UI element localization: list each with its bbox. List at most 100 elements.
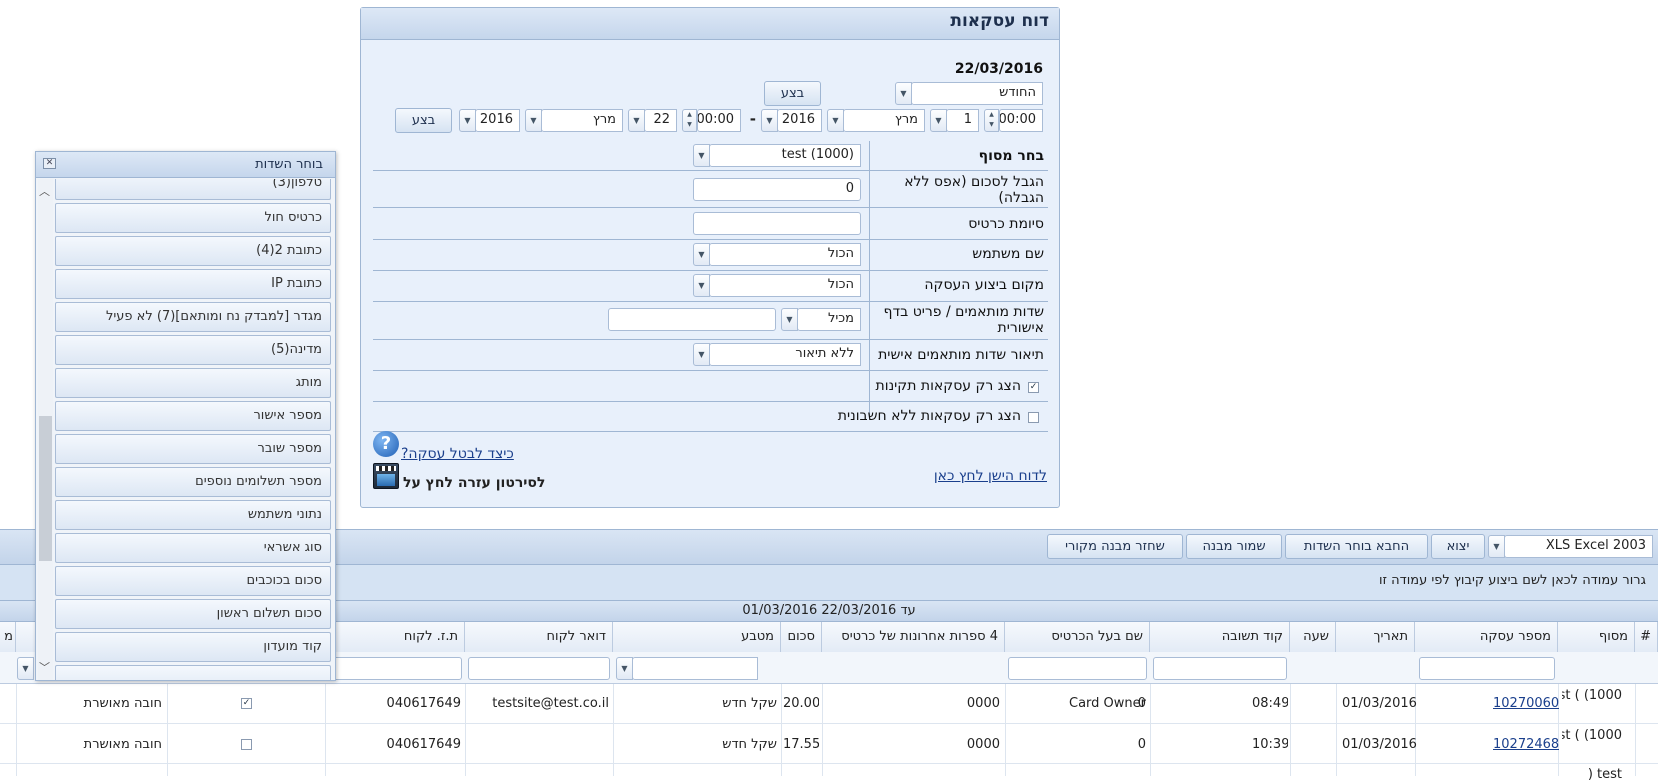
valid-only-checkbox[interactable]: ✓ [1028, 382, 1039, 393]
chevron-down-icon[interactable]: ▼ [930, 109, 947, 132]
close-icon[interactable]: ✕ [43, 158, 56, 169]
export-button[interactable]: יצוא [1431, 534, 1485, 559]
username-select[interactable]: הכול ▼ [693, 243, 861, 266]
scrollbar-thumb[interactable] [39, 416, 52, 561]
field-item[interactable]: סכום בכוכבים [55, 566, 331, 596]
field-item[interactable]: כרטיס חול [55, 203, 331, 233]
field-item[interactable]: מספר שובר [55, 434, 331, 464]
col-header-currency[interactable]: מטבע [613, 622, 781, 652]
spinner-icon[interactable]: ▲ ▼ [984, 109, 999, 132]
to-month-select[interactable]: מרץ ▼ [525, 109, 623, 132]
row1-deal-link[interactable]: 10270060 [1493, 696, 1559, 711]
col-header-code[interactable]: קוד תשובה [1150, 622, 1290, 652]
chevron-down-icon[interactable]: ▼ [693, 274, 710, 297]
card-suffix-input[interactable] [693, 212, 861, 235]
field-item[interactable]: כתובת 2(4) [55, 236, 331, 266]
row2-date: 01/03/2016 [1342, 737, 1417, 752]
col-header-date[interactable]: תאריך [1336, 622, 1415, 652]
field-item[interactable]: קוד מועדון [55, 632, 331, 662]
custom-desc-select[interactable]: ללא תיאור ▼ [693, 343, 861, 366]
cancel-help-link[interactable]: כיצד לבטל עסקה? [401, 446, 514, 462]
col-header-index[interactable]: # [1635, 622, 1658, 652]
scroll-up-icon[interactable]: ︿ [39, 183, 50, 199]
field-item[interactable]: מותג [55, 368, 331, 398]
chevron-down-icon[interactable]: ▼ [693, 243, 710, 266]
terminal-select[interactable]: test (1000) ▼ [693, 144, 861, 167]
export-format-select[interactable]: XLS Excel 2003 ▼ [1488, 535, 1653, 558]
chevron-down-icon[interactable]: ▼ [761, 109, 778, 132]
col-header-last4[interactable]: 4 ספרות אחרונות של כרטיס [822, 622, 1005, 652]
col-header-terminal[interactable]: מסוף [1558, 622, 1635, 652]
field-item[interactable]: מספר תשלומים נוספים [55, 467, 331, 497]
period-select[interactable]: החודש ▼ [895, 82, 1043, 105]
field-item[interactable]: טלפון(3) [55, 179, 331, 200]
chevron-down-icon[interactable]: ▼ [616, 657, 633, 680]
execute-period-button[interactable]: בצע [764, 81, 821, 106]
chevron-down-icon[interactable]: ▼ [1488, 535, 1505, 558]
from-month-select[interactable]: מרץ ▼ [827, 109, 925, 132]
chevron-down-icon[interactable]: ▼ [693, 343, 710, 366]
to-day-select[interactable]: 22 ▼ [628, 109, 677, 132]
filter-code-input[interactable] [1153, 657, 1287, 680]
field-item[interactable]: מדינה(5) [55, 335, 331, 365]
field-item[interactable]: כתובת IP [55, 269, 331, 299]
old-report-link[interactable]: לדוח הישן לחץ כאן [934, 468, 1047, 484]
from-day-select[interactable]: 1 ▼ [930, 109, 979, 132]
chevron-down-icon[interactable]: ▼ [525, 109, 542, 132]
row1-checkbox[interactable]: ✓ [241, 698, 252, 709]
row2-currency: שקל חדש [722, 737, 777, 752]
field-item[interactable]: מספר אישור [55, 401, 331, 431]
from-year-select[interactable]: 2016 ▼ [761, 109, 822, 132]
field-chooser-scrollbar[interactable]: ︿ ﹀ [38, 179, 53, 680]
execute-range-button[interactable]: בצע [395, 108, 452, 133]
row2-last4: 0000 [966, 737, 1000, 752]
chevron-down-icon[interactable]: ▼ [827, 109, 844, 132]
custom-fields-input[interactable] [608, 308, 776, 331]
save-layout-button[interactable]: שמור מבנה [1186, 534, 1282, 559]
hide-chooser-button[interactable]: החבא בוחר השדות [1285, 534, 1428, 559]
video-icon[interactable] [373, 463, 399, 489]
chevron-down-icon[interactable]: ▼ [459, 109, 476, 132]
chevron-down-icon[interactable]: ▼ [895, 82, 912, 105]
filter-currency-select[interactable]: ▼ [616, 657, 758, 680]
field-item[interactable]: סוג אשראי [55, 533, 331, 563]
col-header-id[interactable]: ת.ז. לקוח [325, 622, 465, 652]
field-item[interactable] [55, 665, 331, 680]
row3-terminal: test ( [1587, 767, 1622, 782]
spinner-icon[interactable]: ▲ ▼ [682, 109, 697, 132]
row2-checkbox[interactable] [241, 739, 252, 750]
row2-code: 0 [1137, 737, 1146, 752]
col-header-email[interactable]: דואר לקוח [465, 622, 613, 652]
no-invoice-checkbox[interactable] [1028, 412, 1039, 423]
col-header-deal[interactable]: מספר עסקה [1415, 622, 1558, 652]
field-item[interactable]: נתוני משתמש [55, 500, 331, 530]
amount-limit-input[interactable]: 0 [693, 178, 861, 201]
filter-owner-input[interactable] [1008, 657, 1147, 680]
chevron-down-icon[interactable]: ▼ [781, 308, 798, 331]
col-header-owner[interactable]: שם בעל הכרטיס [1005, 622, 1150, 652]
row2-deal-link[interactable]: 10272468 [1493, 737, 1559, 752]
field-item[interactable]: מגדר [למבדק נח ומותאם](7) לא פעיל [55, 302, 331, 332]
location-select[interactable]: הכול ▼ [693, 274, 861, 297]
row2-amount: 17.55 [783, 737, 819, 752]
chevron-down-icon[interactable]: ▼ [628, 109, 645, 132]
to-time-input[interactable]: 00:00 ▲ ▼ [682, 109, 741, 132]
filter-id-input[interactable] [328, 657, 462, 680]
restore-layout-button[interactable]: שחזר מבנה מקורי [1047, 534, 1183, 559]
valid-only-label: הצג רק עסקאות תקינות [875, 378, 1021, 394]
scroll-down-icon[interactable]: ﹀ [39, 659, 50, 675]
filter-deal-input[interactable] [1419, 657, 1555, 680]
chevron-down-icon[interactable]: ▼ [693, 144, 710, 167]
col-header-more[interactable]: מ [0, 622, 16, 652]
from-time-input[interactable]: 00:00 ▲ ▼ [984, 109, 1043, 132]
filter-email-input[interactable] [468, 657, 610, 680]
col-header-time[interactable]: שעה [1290, 622, 1336, 652]
to-year-select[interactable]: 2016 ▼ [459, 109, 520, 132]
row1-amount: 20.00 [783, 696, 819, 711]
username-label: שם משתמש [972, 246, 1044, 262]
field-item[interactable]: סכום תשלום ראשון [55, 599, 331, 629]
row1-time: 08:49 [1252, 696, 1288, 711]
chevron-down-icon[interactable]: ▼ [17, 657, 34, 680]
col-header-amount[interactable]: סכום [781, 622, 822, 652]
custom-fields-operator-select[interactable]: מכיל ▼ [781, 308, 861, 331]
